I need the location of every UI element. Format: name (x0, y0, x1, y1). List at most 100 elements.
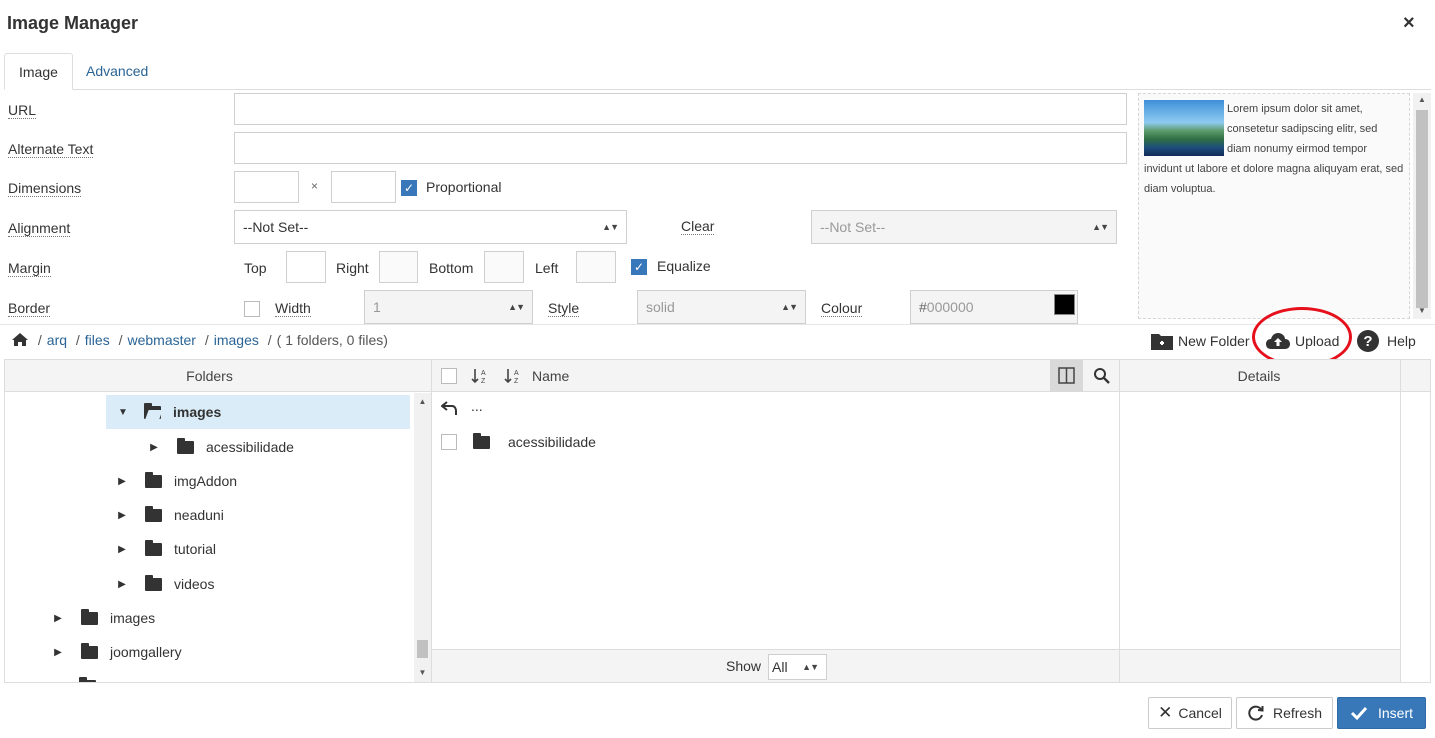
margin-right-input[interactable] (379, 251, 418, 283)
parent-folder-row[interactable]: ... (441, 398, 483, 416)
tree-item-tutorial[interactable]: ▶ tutorial (115, 532, 216, 566)
select-all-checkbox[interactable] (441, 368, 457, 384)
margin-top-input[interactable] (286, 251, 326, 283)
dialog-title: Image Manager (7, 13, 139, 33)
close-icon: ✕ (1158, 703, 1173, 722)
url-input[interactable] (234, 93, 1127, 125)
alignment-label: Alignment (8, 220, 71, 237)
breadcrumb-arq[interactable]: arq (47, 332, 67, 348)
insert-label: Insert (1377, 705, 1413, 721)
tree-item-label: tutorial (174, 541, 217, 557)
margin-left-input[interactable] (576, 251, 616, 283)
scroll-down-icon[interactable]: ▼ (414, 668, 431, 677)
breadcrumb-separator: / (204, 332, 209, 348)
home-icon[interactable] (11, 332, 29, 347)
folder-icon (81, 642, 98, 659)
help-button[interactable]: ? Help (1356, 329, 1416, 353)
border-colour-label: Colour (821, 300, 863, 317)
upload-button[interactable]: Upload (1265, 331, 1339, 351)
insert-button[interactable]: Insert (1337, 697, 1426, 729)
breadcrumb-webmaster[interactable]: webmaster (127, 332, 195, 348)
tree-item-videos[interactable]: ▶ videos (115, 567, 214, 601)
scrollbar-thumb[interactable] (1416, 110, 1428, 308)
search-icon[interactable] (1093, 367, 1111, 385)
alignment-value: --Not Set-- (243, 219, 309, 235)
alt-text-input[interactable] (234, 132, 1127, 164)
tree-item-imgaddon[interactable]: ▶ imgAddon (115, 464, 237, 498)
proportional-checkbox[interactable]: ✓ (401, 180, 417, 196)
caret-right-icon[interactable]: ▶ (51, 647, 65, 658)
border-checkbox[interactable] (244, 301, 260, 317)
breadcrumb-files[interactable]: files (85, 332, 110, 348)
colour-placeholder: 000000 (926, 299, 974, 315)
colour-hash: # (919, 299, 927, 315)
folder-icon (145, 539, 162, 556)
folder-icon (145, 471, 162, 488)
height-input[interactable] (331, 171, 396, 203)
refresh-button[interactable]: Refresh (1236, 697, 1333, 729)
alignment-select[interactable]: --Not Set-- ▲▼ (234, 210, 627, 244)
file-list: ... acessibilidade (432, 393, 1119, 649)
sort-alpha-icon[interactable]: A Z (471, 367, 489, 385)
folders-scrollbar[interactable]: ▲ ▼ (414, 393, 431, 682)
upload-label: Upload (1295, 333, 1340, 349)
url-label: URL (8, 102, 37, 119)
new-folder-button[interactable]: New Folder (1150, 331, 1250, 351)
caret-right-icon[interactable]: ▶ (115, 476, 129, 487)
preview-scrollbar[interactable]: ▲ ▼ (1413, 93, 1431, 319)
border-style-select[interactable]: solid ▲▼ (637, 290, 806, 324)
tree-item-label: imgAddon (174, 473, 238, 489)
show-select[interactable]: All ▲▼ (768, 654, 827, 680)
breadcrumb: / arq / files / webmaster / images /( 1 fold… (11, 332, 388, 348)
parent-folder-label: ... (471, 398, 483, 414)
tab-advanced[interactable]: Advanced (72, 53, 162, 90)
sort-desc-icon[interactable]: A Z (504, 367, 522, 385)
scroll-up-icon[interactable]: ▲ (414, 397, 431, 406)
folder-icon (145, 505, 162, 522)
colour-swatch[interactable] (1054, 294, 1075, 315)
section-divider (0, 324, 1435, 325)
file-row-acessibilidade[interactable]: acessibilidade (441, 432, 596, 450)
border-colour-input[interactable]: #000000 (910, 290, 1078, 324)
breadcrumb-separator: / (267, 332, 272, 348)
tab-image[interactable]: Image (4, 53, 73, 90)
caret-right-icon[interactable]: ▶ (115, 579, 129, 590)
equalize-label: Equalize (657, 258, 711, 274)
details-panel: Details (1119, 359, 1431, 683)
tree-item-label: neaduni (174, 507, 224, 523)
caret-right-icon[interactable]: ▶ (115, 544, 129, 555)
clear-value: --Not Set-- (820, 219, 886, 235)
width-input[interactable] (234, 171, 299, 203)
preview-thumbnail (1144, 100, 1224, 156)
margin-bottom-input[interactable] (484, 251, 524, 283)
tree-item-images[interactable]: ▼ images (106, 395, 410, 429)
name-column-header[interactable]: Name (532, 368, 569, 384)
caret-down-icon[interactable]: ▼ (116, 407, 130, 418)
caret-right-icon[interactable]: ▶ (147, 442, 161, 453)
scroll-up-icon[interactable]: ▲ (1413, 95, 1431, 104)
tree-item-images-root[interactable]: ▶ images (51, 601, 155, 635)
tree-item-joomgallery[interactable]: ▶ joomgallery (51, 635, 182, 669)
files-header: A Z A Z Name (432, 360, 1119, 392)
border-width-value: 1 (373, 299, 381, 315)
svg-text:Z: Z (514, 378, 519, 385)
breadcrumb-images[interactable]: images (214, 332, 259, 348)
details-footer (1120, 649, 1400, 682)
caret-right-icon[interactable]: ▶ (115, 510, 129, 521)
details-toggle-button[interactable] (1050, 360, 1083, 392)
clear-select[interactable]: --Not Set-- ▲▼ (811, 210, 1117, 244)
folder-tree: ▼ images ▶ acessibilidade ▶ imgAddon ▶ n… (5, 393, 414, 682)
file-name: acessibilidade (508, 434, 596, 450)
clear-label: Clear (681, 218, 715, 235)
caret-right-icon[interactable]: ▶ (51, 613, 65, 624)
close-icon[interactable]: × (1403, 12, 1415, 34)
equalize-checkbox[interactable]: ✓ (631, 259, 647, 275)
border-width-select[interactable]: 1 ▲▼ (364, 290, 533, 324)
cancel-button[interactable]: ✕ Cancel (1148, 697, 1232, 729)
tree-item-neaduni[interactable]: ▶ neaduni (115, 498, 224, 532)
tree-item-acessibilidade[interactable]: ▶ acessibilidade (147, 430, 294, 464)
folders-panel: Folders ▼ images ▶ acessibilidade ▶ imgA… (4, 359, 432, 683)
scrollbar-thumb[interactable] (417, 640, 428, 658)
scroll-down-icon[interactable]: ▼ (1413, 306, 1431, 315)
row-checkbox[interactable] (441, 434, 457, 450)
